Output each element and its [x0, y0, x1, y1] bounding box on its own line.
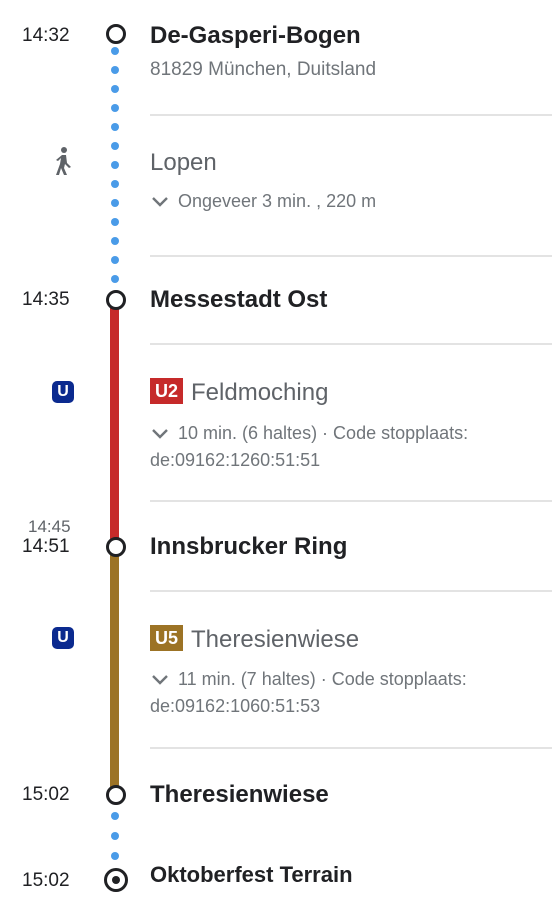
theresienwiese-stop-marker: [106, 785, 126, 805]
leg2-destination: Theresienwiese: [191, 626, 360, 653]
divider: [150, 255, 552, 257]
stop1-name[interactable]: Messestadt Ost: [150, 286, 327, 314]
route-dot: [111, 256, 119, 264]
divider: [150, 590, 552, 592]
ubahn-icon: U: [52, 627, 74, 649]
route-dot: [111, 812, 119, 820]
line-badge-u5: U5: [150, 625, 184, 651]
line-badge-u2: U2: [150, 378, 184, 404]
chevron-down-icon: [152, 197, 168, 207]
route-dot: [111, 123, 119, 131]
origin-address: 81829 München, Duitsland: [150, 59, 377, 80]
destination-name[interactable]: Oktoberfest Terrain: [150, 862, 353, 888]
route-dot: [111, 161, 119, 169]
messestadt-stop-marker: [106, 290, 126, 310]
stop3-time: 15:02: [22, 784, 70, 805]
walk-summary: Ongeveer 3 min. , 220 m: [178, 191, 377, 211]
route-dot: [111, 104, 119, 112]
route-dot: [111, 47, 119, 55]
route-dot: [111, 832, 119, 840]
walking-person-icon: [52, 146, 74, 176]
chevron-down-icon: [152, 675, 168, 685]
route-dot: [111, 275, 119, 283]
leg2-detail-line2: de:09162:1060:51:53: [150, 696, 321, 716]
route-dot: [111, 199, 119, 207]
chevron-down-icon: [152, 429, 168, 439]
innsbrucker-stop-marker: [106, 537, 126, 557]
origin-stop-marker: [106, 24, 126, 44]
route-dot: [111, 218, 119, 226]
leg2-header: U5 Theresienwiese: [150, 625, 359, 654]
leg1-detail-line2: de:09162:1260:51:51: [150, 450, 321, 470]
divider: [150, 343, 552, 345]
route-dot: [111, 66, 119, 74]
walk-details-toggle[interactable]: Ongeveer 3 min. , 220 m: [150, 188, 376, 215]
divider: [150, 114, 552, 116]
route-dot: [111, 852, 119, 860]
stop2-name[interactable]: Innsbrucker Ring: [150, 533, 347, 561]
stop1-time: 14:35: [22, 289, 70, 310]
destination-time: 15:02: [22, 870, 70, 891]
leg1-details-toggle[interactable]: 10 min. (6 haltes) · Code stopplaats: de…: [150, 420, 468, 474]
divider: [150, 747, 552, 749]
leg1-header: U2 Feldmoching: [150, 378, 328, 407]
route-dot: [111, 180, 119, 188]
leg2-detail-line1: 11 min. (7 haltes) · Code stopplaats:: [178, 669, 467, 689]
u2-route-line: [110, 300, 119, 546]
origin-time: 14:32: [22, 25, 70, 46]
divider: [150, 500, 552, 502]
stop3-name[interactable]: Theresienwiese: [150, 781, 329, 809]
leg2-details-toggle[interactable]: 11 min. (7 haltes) · Code stopplaats: de…: [150, 666, 467, 720]
route-dot: [111, 85, 119, 93]
ubahn-icon: U: [52, 381, 74, 403]
walk-mode-label: Lopen: [150, 149, 217, 176]
leg1-detail-line1: 10 min. (6 haltes) · Code stopplaats:: [178, 423, 469, 443]
destination-marker-icon: [104, 868, 128, 892]
stop2-departure-time: 14:51: [22, 536, 70, 557]
route-dot: [111, 142, 119, 150]
stop2-arrival-time: 14:45: [28, 517, 71, 536]
origin-name[interactable]: De-Gasperi-Bogen: [150, 22, 361, 50]
leg1-destination: Feldmoching: [191, 379, 329, 406]
u5-route-line: [110, 548, 119, 794]
route-dot: [111, 237, 119, 245]
